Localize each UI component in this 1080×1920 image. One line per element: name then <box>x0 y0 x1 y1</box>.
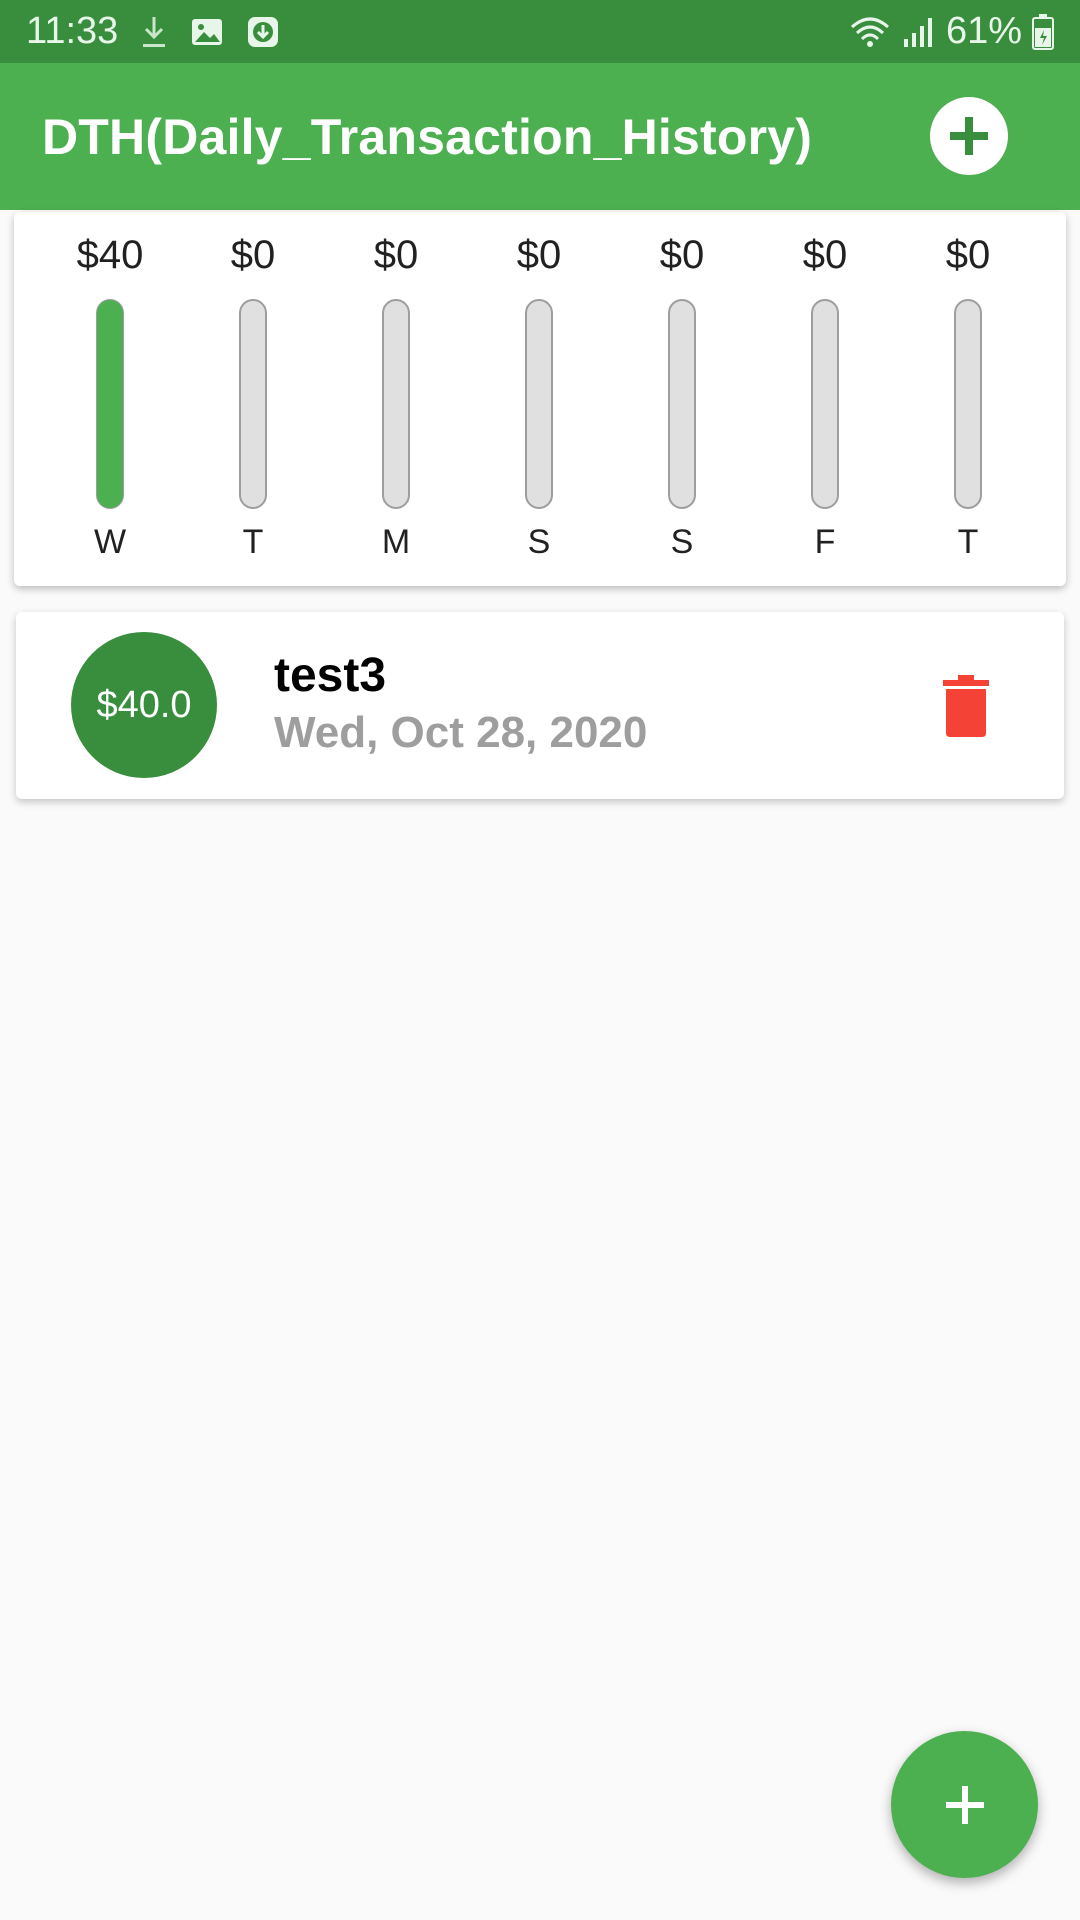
bar-value-label: $0 <box>803 233 848 277</box>
status-bar: 11:33 61% <box>0 0 1080 63</box>
bar-track <box>954 299 982 509</box>
app-bar: DTH(Daily_Transaction_History) <box>0 63 1080 210</box>
bar-day-label: F <box>815 523 836 561</box>
bar-day-label: W <box>94 523 126 561</box>
trash-icon <box>943 675 989 737</box>
bar-value-label: $0 <box>660 233 705 277</box>
status-right: 61% <box>848 10 1054 53</box>
bar-track <box>239 299 267 509</box>
bar-value-label: $0 <box>374 233 419 277</box>
weekly-bar-chart: $40 W $0 T $0 M $0 S $0 S $0 F $0 T <box>77 233 991 561</box>
bar-day-label: S <box>528 523 551 561</box>
status-time: 11:33 <box>26 10 119 52</box>
bar-value-label: $0 <box>946 233 991 277</box>
bar-track <box>811 299 839 509</box>
transaction-title: test3 <box>274 649 387 702</box>
transaction-item[interactable]: $40.0 test3 Wed, Oct 28, 2020 <box>16 612 1064 799</box>
bar-track <box>382 299 410 509</box>
delete-transaction-button[interactable] <box>938 672 994 740</box>
bar-day-label: M <box>382 523 410 561</box>
bar-value-label: $0 <box>231 233 276 277</box>
transaction-amount: $40.0 <box>96 683 192 726</box>
bar-value-label: $0 <box>517 233 562 277</box>
wifi-icon <box>848 15 892 49</box>
bar-track <box>668 299 696 509</box>
bar-fill <box>97 300 123 508</box>
status-left: 11:33 <box>26 10 280 53</box>
weekly-chart-card: $40 W $0 T $0 M $0 S $0 S $0 F $0 T <box>14 212 1066 586</box>
download-icon <box>140 15 168 49</box>
transaction-date: Wed, Oct 28, 2020 <box>274 708 648 757</box>
app-title: DTH(Daily_Transaction_History) <box>42 108 813 165</box>
bar-day-label: T <box>958 523 979 561</box>
add-transaction-button[interactable] <box>930 97 1008 175</box>
plus-circle-icon <box>950 117 988 155</box>
signal-icon <box>902 15 936 49</box>
bar-track <box>525 299 553 509</box>
plus-icon <box>945 1785 984 1824</box>
fab-add-button[interactable] <box>891 1731 1038 1878</box>
download-circle-icon <box>246 15 280 49</box>
battery-percent: 61% <box>945 10 1022 52</box>
image-icon <box>190 17 224 47</box>
bar-day-label: T <box>243 523 264 561</box>
transaction-amount-avatar: $40.0 <box>71 632 217 778</box>
battery-icon <box>1032 13 1054 50</box>
bar-day-label: S <box>671 523 694 561</box>
bar-value-label: $40 <box>77 233 144 277</box>
